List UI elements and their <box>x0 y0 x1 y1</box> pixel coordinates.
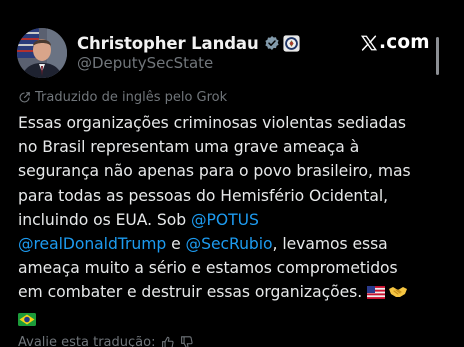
avatar[interactable] <box>17 28 67 78</box>
x-logo-icon <box>360 34 378 52</box>
state-department-seal-icon <box>283 34 300 52</box>
mention-secrubio-link[interactable]: @SecRubio <box>186 235 273 253</box>
thumbs-up-icon[interactable] <box>161 336 175 347</box>
post-line: @realDonaldTrump e @SecRubio, levamos es… <box>18 232 464 256</box>
thumbs-down-icon[interactable] <box>180 336 194 347</box>
post-card: Christopher Landau @DeputySecState .com … <box>0 0 464 347</box>
post-text-segment: incluindo os EUA. Sob <box>18 210 192 229</box>
post-text: Essas organizações criminosas violentas … <box>18 111 464 333</box>
translation-notice: Traduzido de inglês pelo Grok <box>18 90 227 105</box>
scrollbar[interactable] <box>436 37 439 75</box>
post-line: incluindo os EUA. Sob @POTUS <box>18 208 464 232</box>
x-brand: .com <box>360 32 430 53</box>
mention-realdonaldtrump-link[interactable]: @realDonaldTrump <box>18 235 166 253</box>
post-text-segment: e <box>166 235 186 254</box>
post-text-segment: , levamos essa <box>272 235 388 254</box>
post-line: em combater e destruir essas organizaçõe… <box>18 280 464 306</box>
verified-badge-icon <box>264 35 280 51</box>
brazil-flag-icon <box>18 309 36 333</box>
avatar-image <box>17 28 67 78</box>
rate-translation-text: Avalie esta tradução: <box>18 335 156 347</box>
x-domain-text: .com <box>379 32 430 53</box>
handshake-icon <box>388 282 408 306</box>
grok-translate-icon <box>18 91 31 104</box>
post-text-segment: em combater e destruir essas organizaçõe… <box>18 283 368 302</box>
us-flag-icon <box>367 282 386 306</box>
post-line <box>18 307 464 333</box>
author-name-row[interactable]: Christopher Landau <box>77 32 300 54</box>
post-line: para todas as pessoas do Hemisfério Ocid… <box>18 186 389 205</box>
post-line: ameaça muito a sério e estamos compromet… <box>18 259 398 278</box>
translation-notice-text: Traduzido de inglês pelo Grok <box>35 90 228 105</box>
rate-translation: Avalie esta tradução: <box>18 335 194 347</box>
mention-potus-link[interactable]: @POTUS <box>191 211 259 229</box>
author-handle[interactable]: @DeputySecState <box>77 54 213 72</box>
post-line: no Brasil representam uma grave ameaça à <box>18 138 360 157</box>
post-line: Essas organizações criminosas violentas … <box>18 114 406 132</box>
author-display-name[interactable]: Christopher Landau <box>77 34 259 53</box>
post-line: segurança não apenas para o povo brasile… <box>18 162 411 181</box>
